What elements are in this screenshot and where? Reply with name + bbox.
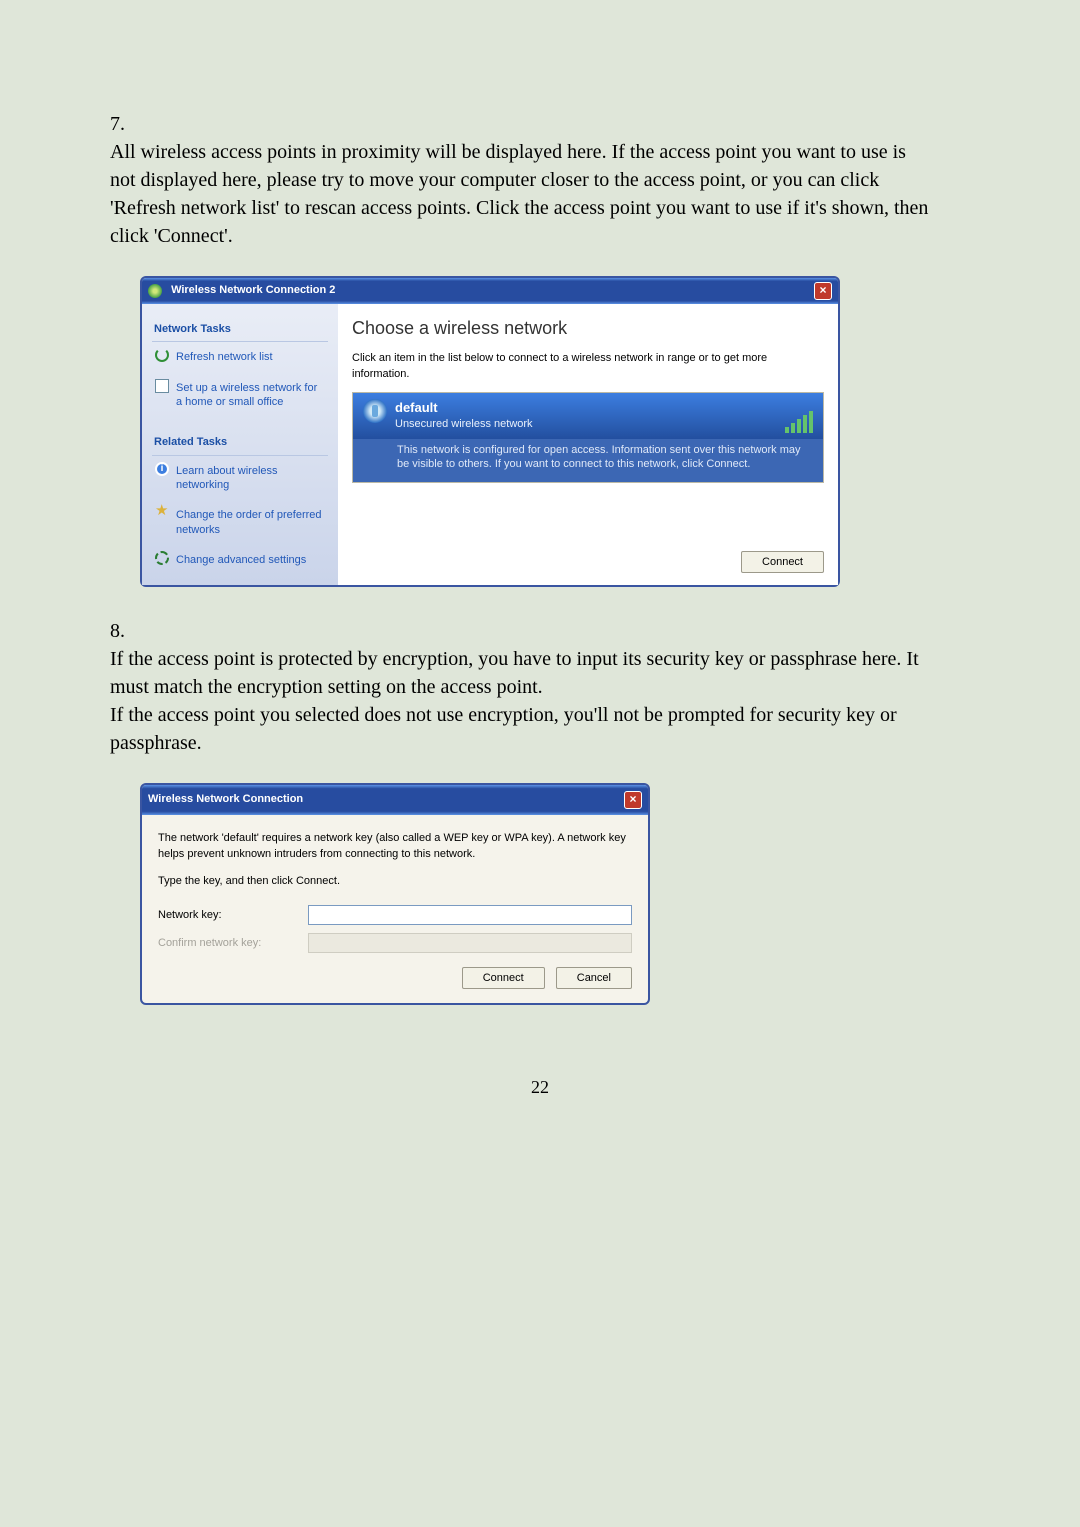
step-8: 8. If the access point is protected by e… [110,617,970,757]
gear-icon [155,551,169,565]
access-point-item[interactable]: default Unsecured wireless network This … [352,392,824,483]
order-label: Change the order of preferred networks [176,509,322,535]
antenna-icon [363,399,387,423]
step-8-body: If the access point is protected by encr… [110,645,936,757]
network-key-input[interactable] [308,905,632,925]
page-number: 22 [110,1075,970,1100]
star-icon: ★ [155,506,169,520]
confirm-key-label: Confirm network key: [158,936,308,951]
step-8-text-a: If the access point is protected by encr… [110,648,919,698]
ap-header: default Unsecured wireless network [353,393,823,439]
ap-left: default Unsecured wireless network [363,399,533,433]
cancel-button[interactable]: Cancel [556,967,632,989]
dialog2-button-row: Connect Cancel [158,967,632,989]
confirm-key-row: Confirm network key: [158,933,632,953]
choose-network-subtext: Click an item in the list below to conne… [352,351,824,382]
dialog-titlebar[interactable]: Wireless Network Connection 2 × [142,278,838,304]
refresh-label: Refresh network list [176,351,273,363]
confirm-key-input [308,933,632,953]
network-key-dialog: Wireless Network Connection × The networ… [140,783,650,1005]
step-8-text-b: If the access point you selected does no… [110,704,897,754]
close-button[interactable]: × [814,282,832,300]
ap-list-empty-area [352,483,824,537]
main-panel: Choose a wireless network Click an item … [338,304,838,585]
key-description: The network 'default' requires a network… [158,831,632,862]
monitor-icon [155,379,169,393]
step-7-number: 7. [110,110,140,138]
ap-name: default [395,399,533,417]
dialog-title: Wireless Network Connection 2 [171,284,335,296]
refresh-network-list[interactable]: Refresh network list [152,342,328,372]
dialog2-titlebar[interactable]: Wireless Network Connection × [142,785,648,815]
ap-note: This network is configured for open acce… [353,439,823,483]
refresh-icon [155,348,169,362]
info-icon: i [155,462,169,476]
wireless-icon [148,284,162,298]
connect-button-2[interactable]: Connect [462,967,545,989]
adv-label: Change advanced settings [176,554,306,566]
network-tasks-heading: Network Tasks [152,318,328,342]
ap-security: Unsecured wireless network [395,417,533,432]
setup-wireless-network[interactable]: Set up a wireless network for a home or … [152,373,328,418]
ap-text: default Unsecured wireless network [395,399,533,433]
close-button-2[interactable]: × [624,791,642,809]
connect-button[interactable]: Connect [741,551,824,573]
dialog2-body: The network 'default' requires a network… [142,815,648,1003]
choose-network-heading: Choose a wireless network [352,316,824,341]
step-8-number: 8. [110,617,140,645]
sidebar: Network Tasks Refresh network list Set u… [142,304,338,585]
change-network-order[interactable]: ★ Change the order of preferred networks [152,500,328,545]
step-7-text: All wireless access points in proximity … [110,138,936,250]
dialog-body: Network Tasks Refresh network list Set u… [142,304,838,585]
setup-label: Set up a wireless network for a home or … [176,382,317,408]
step-7: 7. All wireless access points in proximi… [110,110,970,250]
related-tasks-heading: Related Tasks [152,431,328,455]
type-key-prompt: Type the key, and then click Connect. [158,874,632,889]
dialog2-title: Wireless Network Connection [148,792,303,807]
network-key-label: Network key: [158,908,308,923]
network-key-row: Network key: [158,905,632,925]
title-left: Wireless Network Connection 2 [148,283,335,299]
learn-label: Learn about wireless networking [176,465,278,491]
dialog-button-row: Connect [352,537,824,575]
learn-about-wireless[interactable]: i Learn about wireless networking [152,456,328,501]
change-advanced-settings[interactable]: Change advanced settings [152,545,328,575]
wireless-network-connection-dialog: Wireless Network Connection 2 × Network … [140,276,840,587]
signal-strength-icon [785,399,813,433]
